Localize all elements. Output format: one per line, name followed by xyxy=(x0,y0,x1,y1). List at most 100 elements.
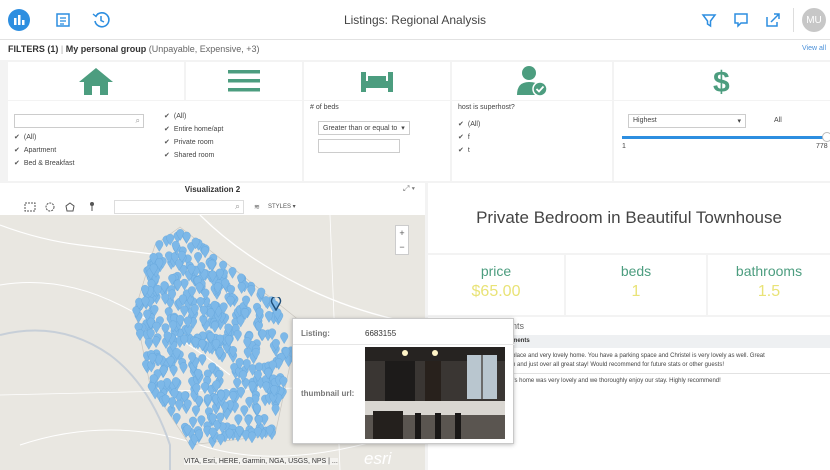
selected-pin-icon[interactable] xyxy=(270,297,282,311)
chevron-down-icon: ▾ xyxy=(399,125,405,132)
listing-pin[interactable] xyxy=(203,394,212,406)
listing-pin[interactable] xyxy=(216,433,225,446)
beds-value-input[interactable] xyxy=(318,139,400,153)
kitchen-photo xyxy=(365,347,505,439)
price-all-label: All xyxy=(774,117,782,124)
comment-text: l's home was very lovely and we thorough… xyxy=(512,378,721,384)
price-label: price xyxy=(480,263,512,279)
listing-thumbnail[interactable] xyxy=(365,347,505,439)
styles-dropdown[interactable]: STYLES ▾ xyxy=(268,203,296,210)
comment-row: l's home was very lovely and we thorough… xyxy=(512,378,830,384)
comment-row: place and very lovely home. You have a p… xyxy=(512,352,830,370)
checkmark-icon: ✔ xyxy=(164,126,170,133)
esri-logo: esri xyxy=(364,449,392,468)
home-type-filter: ⌕ ✔ (All) ✔ Apartment ✔ Bed & Breakfast xyxy=(8,101,158,181)
map-attribution: VITA, Esri, HERE, Garmin, NGA, USGS, NPS… xyxy=(184,458,338,465)
bed-icon xyxy=(361,72,393,92)
room-type-header xyxy=(186,62,302,100)
home-type-search[interactable]: ⌕ xyxy=(14,114,144,128)
zoom-in-button[interactable]: + xyxy=(396,226,408,240)
share-icon[interactable] xyxy=(762,9,784,31)
listing-pin[interactable] xyxy=(271,404,280,417)
listing-pin[interactable] xyxy=(182,231,191,244)
listing-pin[interactable] xyxy=(155,240,164,252)
listing-pin[interactable] xyxy=(172,413,181,425)
home-option-2[interactable]: ✔ Bed & Breakfast xyxy=(14,159,152,168)
view-all-link[interactable]: View all xyxy=(802,45,826,52)
listing-pin[interactable] xyxy=(144,338,153,350)
room-option-1[interactable]: ✔ Entire home/apt xyxy=(164,125,296,134)
select-value: Highest xyxy=(633,117,657,124)
listing-pin[interactable] xyxy=(253,403,261,416)
listing-pin[interactable] xyxy=(210,321,219,333)
select-value: Greater than or equal to xyxy=(323,125,398,132)
home-type-header xyxy=(8,62,184,100)
rect-select-icon[interactable] xyxy=(24,202,36,212)
listing-pin[interactable] xyxy=(194,252,203,264)
slider-min-label: 1 xyxy=(622,143,626,150)
room-option-0[interactable]: ✔ (All) xyxy=(164,112,296,121)
listing-pin[interactable] xyxy=(169,365,178,377)
avatar[interactable]: MU xyxy=(802,8,826,32)
beds-filter-label: # of beds xyxy=(310,104,339,111)
room-option-3[interactable]: ✔ Shared room xyxy=(164,151,296,160)
listing-pin[interactable] xyxy=(226,295,235,308)
price-slider-handle[interactable] xyxy=(822,132,830,142)
beds-operator-select[interactable]: Greater than or equal to ▾ xyxy=(318,121,410,135)
user-check-icon xyxy=(517,66,548,97)
comment-icon[interactable] xyxy=(730,9,752,31)
price-slider-track[interactable] xyxy=(622,136,828,139)
popup-listing-value: 6683155 xyxy=(365,329,397,338)
zoom-controls: + − xyxy=(395,225,409,255)
listing-pin[interactable] xyxy=(234,414,243,426)
map-search-input[interactable]: ⌕ xyxy=(114,200,244,214)
listing-pin[interactable] xyxy=(152,336,160,348)
listing-pin[interactable] xyxy=(199,305,208,318)
zoom-out-button[interactable]: − xyxy=(396,240,408,254)
option-label: Private room xyxy=(173,138,214,146)
superhost-filter-label: host is superhost? xyxy=(458,104,515,111)
listing-pin[interactable] xyxy=(136,329,144,341)
menu-icon xyxy=(228,70,260,92)
listing-pin[interactable] xyxy=(175,399,184,412)
listing-pin[interactable] xyxy=(247,285,256,297)
listing-pin[interactable] xyxy=(180,278,189,291)
bathrooms-card: bathrooms 1.5 xyxy=(708,255,830,315)
filter-icon[interactable] xyxy=(698,9,720,31)
pin-select-icon[interactable] xyxy=(88,201,98,212)
listing-pin[interactable] xyxy=(159,365,168,378)
listing-pin[interactable] xyxy=(233,329,242,342)
home-option-1[interactable]: ✔ Apartment xyxy=(14,146,152,155)
option-label: Shared room xyxy=(173,151,215,159)
superhost-option-1[interactable]: ✔ f xyxy=(458,133,606,142)
home-icon xyxy=(79,68,113,95)
listing-pin[interactable] xyxy=(280,332,289,344)
listing-pin[interactable] xyxy=(200,382,209,394)
listing-pin[interactable] xyxy=(244,415,253,427)
listing-pin[interactable] xyxy=(201,246,210,259)
listing-pin[interactable] xyxy=(237,282,246,294)
option-label: (All) xyxy=(23,133,37,141)
superhost-option-2[interactable]: ✔ t xyxy=(458,146,606,155)
layers-icon[interactable]: ≋ xyxy=(254,203,260,211)
listing-pin[interactable] xyxy=(207,259,216,272)
listing-pin[interactable] xyxy=(248,431,256,444)
circle-select-icon[interactable] xyxy=(45,202,55,212)
price-filter: Highest ▾ All 1 778 xyxy=(614,101,830,181)
listing-pin[interactable] xyxy=(198,354,207,366)
checkmark-icon: ✔ xyxy=(458,147,464,154)
filter-count[interactable]: FILTERS (1) xyxy=(8,44,58,54)
visualization-header: Visualization 2 ⤢ ▾ ⌕ ≋ STYLES ▾ xyxy=(0,183,425,215)
filter-group-name[interactable]: My personal group xyxy=(66,44,147,54)
lasso-select-icon[interactable] xyxy=(65,202,75,212)
superhost-option-0[interactable]: ✔ (All) xyxy=(458,120,606,129)
listing-pin[interactable] xyxy=(279,376,288,389)
listing-pin[interactable] xyxy=(191,405,200,418)
expand-icon[interactable]: ⤢ ▾ xyxy=(403,184,415,194)
superhost-filter: host is superhost? ✔ (All) ✔ f ✔ t xyxy=(452,101,612,181)
room-option-2[interactable]: ✔ Private room xyxy=(164,138,296,147)
home-option-0[interactable]: ✔ (All) xyxy=(14,133,152,142)
listing-pin[interactable] xyxy=(228,267,237,279)
listing-pin[interactable] xyxy=(179,362,188,374)
price-sort-select[interactable]: Highest ▾ xyxy=(628,114,746,128)
